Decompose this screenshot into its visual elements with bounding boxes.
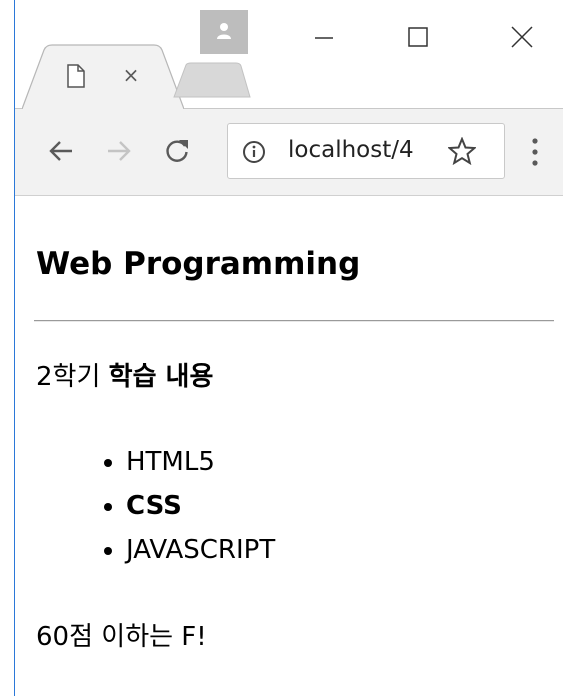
tab-shape	[22, 44, 184, 110]
intro-bold-text: 학습 내용	[108, 362, 214, 392]
reload-icon	[166, 140, 188, 162]
minimize-icon	[315, 37, 333, 39]
url-text[interactable]: localhost/4	[288, 137, 438, 163]
list-item-javascript: JAVASCRIPT	[126, 528, 275, 572]
star-icon[interactable]	[448, 137, 476, 165]
browser-toolbar: localhost/4	[15, 109, 563, 196]
topic-list: HTML5 CSS JAVASCRIPT	[36, 440, 275, 572]
browser-menu-button[interactable]	[525, 133, 545, 173]
profile-icon	[217, 23, 231, 39]
back-arrow-icon	[49, 141, 72, 161]
maximize-icon	[408, 27, 428, 47]
profile-button[interactable]	[200, 10, 248, 54]
grade-note: 60점 이하는 F!	[36, 622, 207, 652]
tab-close-button[interactable]: ×	[120, 63, 142, 87]
browser-window: × localhost/4 Web Programming 2학기 학습 내용 …	[0, 0, 563, 696]
new-tab-button[interactable]	[172, 62, 252, 98]
new-tab-icon	[173, 62, 251, 98]
intro-paragraph: 2학기 학습 내용	[36, 356, 213, 393]
reload-button[interactable]	[159, 133, 195, 169]
address-bar[interactable]: localhost/4	[227, 123, 505, 179]
list-item-css: CSS	[126, 484, 275, 528]
maximize-button[interactable]	[388, 12, 448, 62]
minimize-button[interactable]	[294, 12, 354, 62]
back-button[interactable]	[43, 133, 79, 169]
close-window-button[interactable]	[492, 12, 552, 62]
intro-prefix: 2학기	[36, 362, 109, 392]
page-icon	[67, 64, 85, 88]
forward-button[interactable]	[101, 133, 137, 169]
close-icon	[511, 26, 533, 48]
forward-arrow-icon	[108, 141, 131, 161]
tab-active[interactable]: ×	[22, 44, 184, 110]
list-item-html5: HTML5	[126, 440, 275, 484]
kebab-menu-icon	[532, 138, 538, 166]
page-heading: Web Programming	[36, 246, 361, 282]
horizontal-rule	[34, 320, 554, 322]
info-icon[interactable]	[242, 140, 266, 164]
